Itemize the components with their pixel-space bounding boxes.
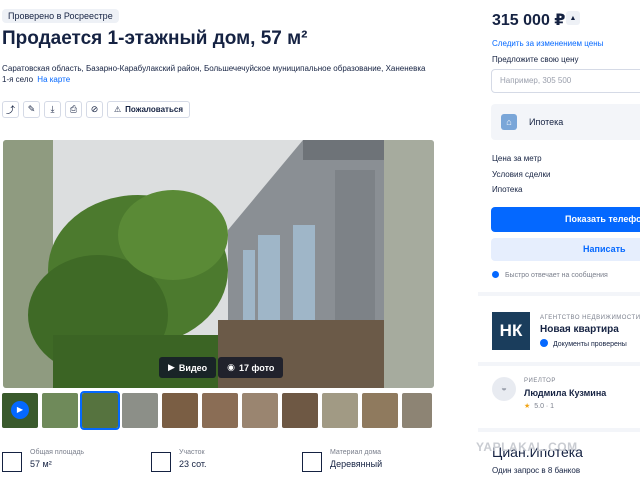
ipoteka-block[interactable]: ⌂ Ипотека <box>491 104 640 140</box>
mortgage-label: Ипотека <box>492 185 523 194</box>
video-label: Видео <box>178 362 208 373</box>
cian-ipoteka-subtitle: Один запрос в 8 банков <box>492 466 581 475</box>
price-per-meter-label: Цена за метр <box>492 154 542 163</box>
agency-logo[interactable]: НК <box>492 312 530 350</box>
deal-conditions-label: Условия сделки <box>492 170 551 179</box>
agency-kind: АГЕНТСТВО НЕДВИЖИМОСТИ <box>540 315 640 321</box>
verified-text: Документы проверены <box>552 341 627 348</box>
hide-icon[interactable]: ⊘ <box>86 101 103 118</box>
listing-main: Проверено в Росреестре Продается 1-этажн… <box>0 0 470 478</box>
thumbnail[interactable] <box>242 393 278 428</box>
play-icon: ▶ <box>11 401 29 419</box>
fast-reply: Быстро отвечает на сообщения <box>492 271 608 279</box>
realtor-rating: ★ 5.0 · 1 <box>524 402 554 410</box>
agency-name[interactable]: Новая квартира <box>540 324 619 335</box>
address: Саратовская область, Базарно-Карабулакск… <box>2 63 432 85</box>
stat-label: Общая площадь <box>30 449 85 456</box>
media-buttons: ▶ Видео ◉ 17 фото <box>159 357 284 378</box>
thumbnail[interactable] <box>322 393 358 428</box>
clock-icon <box>492 271 499 278</box>
show-phone-button[interactable]: Показать телефон <box>491 207 640 232</box>
stat-label: Участок <box>179 449 205 456</box>
area-icon <box>2 452 22 472</box>
stat-area: Общая площадь 57 м² <box>2 449 84 472</box>
complain-button[interactable]: ⚠ Пожаловаться <box>107 101 190 118</box>
photos-label: 17 фото <box>239 362 275 373</box>
photo-gallery[interactable] <box>3 140 434 388</box>
follow-price-link[interactable]: Следить за изменением цены <box>492 39 603 48</box>
main-photo <box>3 140 434 388</box>
action-toolbar: ⤴ ✎ ⤓ ⎙ ⊘ ⚠ Пожаловаться <box>2 101 190 118</box>
plot-icon <box>151 452 171 472</box>
camera-icon: ◉ <box>227 362 236 372</box>
photos-button[interactable]: ◉ 17 фото <box>218 357 284 378</box>
fast-reply-text: Быстро отвечает на сообщения <box>504 272 608 279</box>
stat-value: Деревянный <box>330 459 383 469</box>
page-title: Продается 1-этажный дом, 57 м² <box>2 28 308 49</box>
thumbnail[interactable] <box>122 393 158 428</box>
stat-value: 57 м² <box>30 459 52 469</box>
ipoteka-label: Ипотека <box>529 117 564 127</box>
stat-label: Материал дома <box>330 449 382 456</box>
watermark: YAPLAKAL.COM <box>476 440 578 454</box>
thumbnail[interactable] <box>282 393 318 428</box>
suggest-price-label: Предложите свою цену <box>492 55 579 64</box>
warning-icon: ⚠ <box>114 105 122 114</box>
thumbnail-strip: ▶ <box>2 391 432 430</box>
agency-verified: Документы проверены <box>540 339 627 348</box>
verified-icon <box>540 339 548 347</box>
video-icon: ▶ <box>168 362 175 372</box>
house-icon: ⌂ <box>501 114 517 130</box>
complain-label: Пожаловаться <box>125 105 183 114</box>
download-icon[interactable]: ⤓ <box>44 101 61 118</box>
thumbnail[interactable] <box>162 393 198 428</box>
rating-value: 5.0 · 1 <box>534 403 555 410</box>
realtor-kind: РИЕЛТОР <box>524 378 556 384</box>
star-icon: ★ <box>524 403 531 410</box>
divider <box>478 362 640 366</box>
sidebar: 315 000 ₽ ▲ Следить за изменением цены П… <box>478 0 640 478</box>
edit-icon[interactable]: ✎ <box>23 101 40 118</box>
rosreestr-badge: Проверено в Росреестре <box>2 9 119 23</box>
realtor-avatar-icon[interactable]: ◒ <box>492 377 516 401</box>
print-icon[interactable]: ⎙ <box>65 101 82 118</box>
divider <box>478 292 640 296</box>
divider <box>478 428 640 432</box>
suggest-price-input[interactable]: Например, 305 500 <box>491 69 640 93</box>
stat-material: Материал дома Деревянный <box>302 449 382 472</box>
stat-plot: Участок 23 сот. <box>151 449 207 472</box>
material-icon <box>302 452 322 472</box>
thumbnail-video[interactable]: ▶ <box>2 393 38 428</box>
realtor-name[interactable]: Людмила Кузмина <box>524 388 606 398</box>
write-button[interactable]: Написать <box>491 238 640 261</box>
thumbnail-selected[interactable] <box>80 391 120 430</box>
thumbnail[interactable] <box>402 393 432 428</box>
price: 315 000 ₽ <box>492 12 566 29</box>
stat-value: 23 сот. <box>179 459 207 469</box>
thumbnail[interactable] <box>362 393 398 428</box>
price-chart-icon[interactable]: ▲ <box>566 11 580 25</box>
thumbnail[interactable] <box>202 393 238 428</box>
share-icon[interactable]: ⤴ <box>2 101 19 118</box>
map-link[interactable]: На карте <box>37 75 70 84</box>
thumbnail[interactable] <box>42 393 78 428</box>
video-button[interactable]: ▶ Видео <box>159 357 217 378</box>
